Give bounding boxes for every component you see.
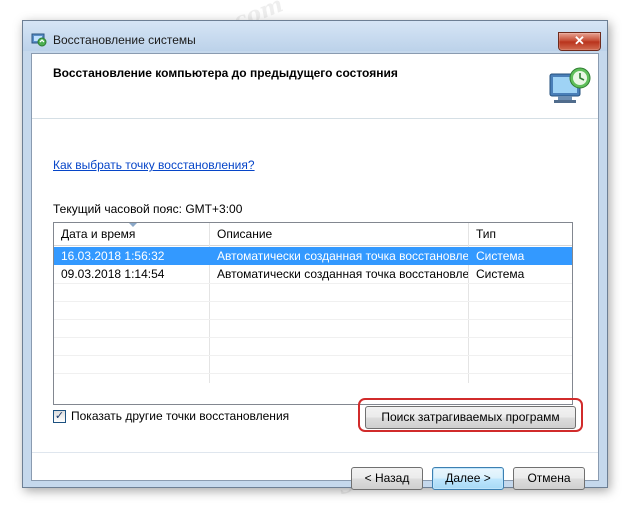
table-row[interactable]: 09.03.2018 1:14:54 Автоматически созданн…	[54, 265, 572, 283]
row-divider	[54, 283, 572, 284]
row-divider	[54, 355, 572, 356]
column-header-description[interactable]: Описание	[210, 223, 468, 245]
cell-date: 09.03.2018 1:14:54	[61, 267, 165, 281]
row-divider	[54, 373, 572, 374]
close-button[interactable]: ✕	[558, 32, 601, 51]
cell-type: Система	[476, 249, 525, 263]
system-restore-icon	[31, 33, 47, 47]
cancel-button[interactable]: Отмена	[513, 467, 585, 490]
how-to-choose-link[interactable]: Как выбрать точку восстановления?	[53, 158, 255, 172]
scan-affected-programs-button[interactable]: Поиск затрагиваемых программ	[365, 406, 576, 429]
table-row[interactable]: 16.03.2018 1:56:32 Автоматически созданн…	[54, 247, 572, 265]
restore-points-list[interactable]: Дата и время Описание Тип 16.03.2018 1:5…	[53, 222, 573, 405]
computer-restore-icon	[549, 67, 591, 103]
cell-type: Система	[476, 267, 525, 281]
timezone-label: Текущий часовой пояс: GMT+3:00	[53, 202, 243, 216]
column-header-type[interactable]: Тип	[469, 223, 572, 245]
cell-date: 16.03.2018 1:56:32	[61, 249, 165, 263]
header-divider	[32, 118, 598, 119]
show-more-points-checkbox[interactable]: ✓	[53, 410, 66, 423]
next-button[interactable]: Далее >	[432, 467, 504, 490]
page-title: Восстановление компьютера до предыдущего…	[53, 66, 398, 80]
back-button[interactable]: < Назад	[351, 467, 423, 490]
close-icon: ✕	[574, 33, 585, 48]
row-divider	[54, 301, 572, 302]
client-area: Восстановление компьютера до предыдущего…	[31, 53, 599, 490]
title-bar[interactable]: Восстановление системы ✕	[23, 21, 607, 51]
window-title: Восстановление системы	[53, 33, 196, 47]
system-restore-window: Восстановление системы ✕ Восстановление …	[22, 20, 608, 490]
header-band: Восстановление компьютера до предыдущего…	[32, 54, 598, 118]
checkbox-label: Показать другие точки восстановления	[71, 409, 290, 423]
footer-divider	[32, 452, 598, 453]
cell-description: Автоматически созданная точка восстановл…	[217, 249, 468, 263]
row-divider	[54, 337, 572, 338]
list-header: Дата и время Описание Тип	[54, 223, 572, 246]
row-divider	[54, 319, 572, 320]
sort-arrow-icon	[129, 223, 137, 227]
cell-description: Автоматически созданная точка восстановл…	[217, 267, 468, 281]
